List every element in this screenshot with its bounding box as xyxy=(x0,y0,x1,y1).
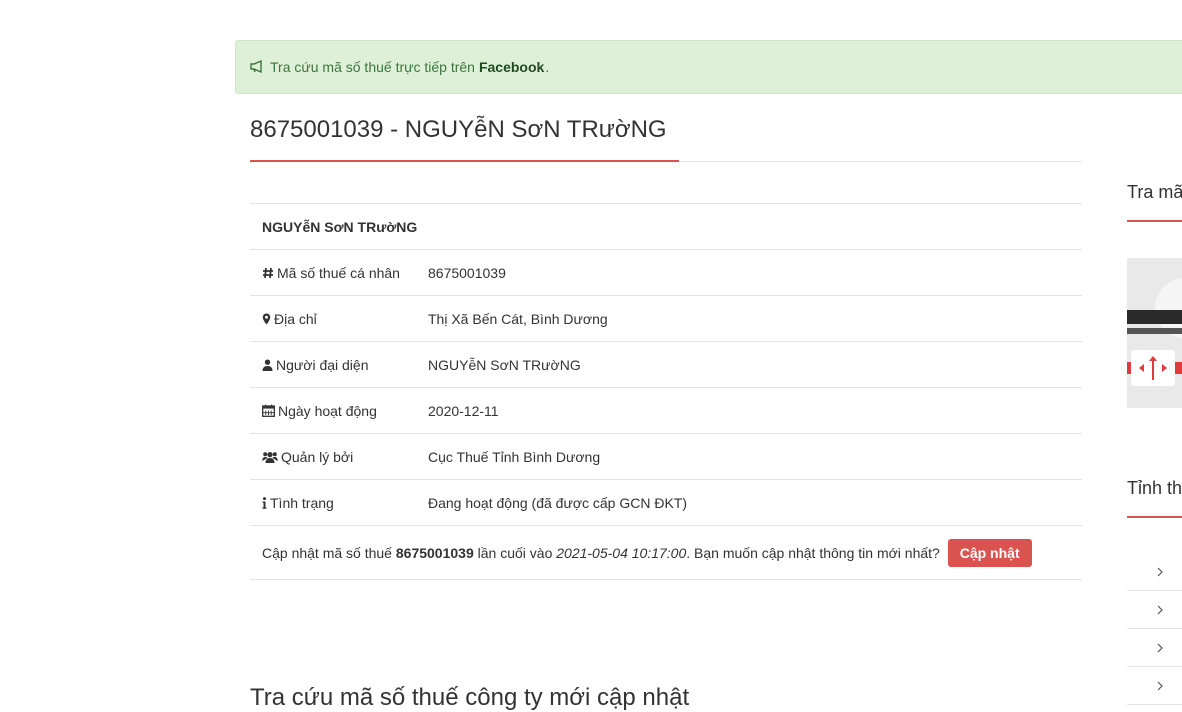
sidebar-title-provinces: Tỉnh th xyxy=(1127,478,1182,498)
calendar-icon xyxy=(262,404,275,417)
hash-icon xyxy=(262,267,274,279)
list-item[interactable] xyxy=(1127,629,1182,667)
province-list xyxy=(1127,553,1182,705)
row-label: Quản lý bởi xyxy=(281,448,354,465)
update-timestamp: 2021-05-04 10:17:00 xyxy=(556,544,687,561)
chevron-right-icon xyxy=(1157,605,1163,615)
table-row: Địa chỉ Thị Xã Bến Cát, Bình Dương xyxy=(250,295,1082,342)
chevron-right-icon xyxy=(1157,681,1163,691)
row-value: Đang hoạt động (đã được cấp GCN ĐKT) xyxy=(416,479,1082,526)
users-icon xyxy=(262,451,278,463)
update-tax-code: 8675001039 xyxy=(395,544,474,561)
page-title: 8675001039 - NGUYễN SơN TRườNG xyxy=(250,116,667,143)
row-value: NGUYễN SơN TRườNG xyxy=(416,341,1082,388)
row-value: Thị Xã Bến Cát, Bình Dương xyxy=(416,295,1082,342)
banner-logo-icon xyxy=(1131,350,1175,386)
facebook-link[interactable]: Facebook xyxy=(479,59,544,75)
sidebar-banner-image[interactable] xyxy=(1127,258,1182,408)
map-marker-icon xyxy=(262,313,271,325)
update-suffix: . Bạn muốn cập nhật thông tin mới nhất? xyxy=(686,544,940,561)
tax-info-table: NGUYễN SơN TRườNG Mã số thuế cá nhân 867… xyxy=(250,203,1082,580)
chevron-right-icon xyxy=(1157,643,1163,653)
row-value: 2020-12-11 xyxy=(416,387,1082,434)
row-label: Tình trạng xyxy=(270,494,334,511)
update-notice: Cập nhật mã số thuế 8675001039 lần cuối … xyxy=(250,525,1082,580)
chevron-right-icon xyxy=(1157,567,1163,577)
update-middle: lần cuối vào xyxy=(477,544,553,561)
row-label: Mã số thuế cá nhân xyxy=(277,264,400,281)
title-accent-bar xyxy=(250,160,679,162)
table-row-update: Cập nhật mã số thuế 8675001039 lần cuối … xyxy=(250,525,1082,580)
table-row: Quản lý bởi Cục Thuế Tỉnh Bình Dương xyxy=(250,433,1082,480)
table-row: Tình trạng Đang hoạt động (đã được cấp G… xyxy=(250,479,1082,526)
bullhorn-icon xyxy=(250,60,266,74)
row-label: Địa chỉ xyxy=(274,310,317,327)
row-value: 8675001039 xyxy=(416,249,1082,296)
sidebar-title-accent xyxy=(1127,516,1182,518)
info-icon xyxy=(262,496,267,509)
alert-end: . xyxy=(545,59,550,75)
update-prefix: Cập nhật mã số thuế xyxy=(262,544,392,561)
alert-text: Tra cứu mã số thuế trực tiếp trên xyxy=(270,59,475,75)
table-row-name: NGUYễN SơN TRườNG xyxy=(250,203,1082,250)
row-value: Cục Thuế Tỉnh Bình Dương xyxy=(416,433,1082,480)
list-item[interactable] xyxy=(1127,667,1182,705)
sidebar-title-accent xyxy=(1127,220,1182,222)
update-button[interactable]: Cập nhật xyxy=(947,538,1032,567)
list-item[interactable] xyxy=(1127,591,1182,629)
sidebar-title-lookup: Tra mã xyxy=(1127,182,1182,202)
taxpayer-name: NGUYễN SơN TRườNG xyxy=(250,203,1082,250)
table-row: Ngày hoạt động 2020-12-11 xyxy=(250,387,1082,434)
facebook-alert: Tra cứu mã số thuế trực tiếp trên Facebo… xyxy=(235,40,1182,94)
table-row: Mã số thuế cá nhân 8675001039 xyxy=(250,249,1082,296)
row-label: Người đại diện xyxy=(276,356,369,373)
table-row: Người đại diện NGUYễN SơN TRườNG xyxy=(250,341,1082,388)
user-icon xyxy=(262,359,273,371)
list-item[interactable] xyxy=(1127,553,1182,591)
row-label: Ngày hoạt động xyxy=(278,402,377,419)
